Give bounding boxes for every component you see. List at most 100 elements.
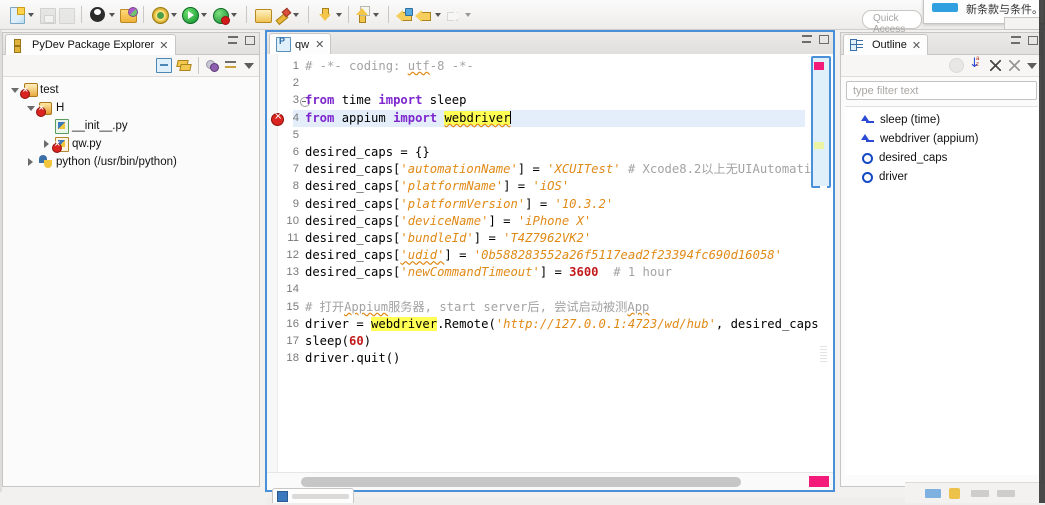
chevron-down-icon[interactable] [465,12,471,17]
maximize-icon[interactable] [1028,36,1038,45]
toolbar-debug-button[interactable] [210,4,240,26]
code-area[interactable]: 1 # -*- coding: utf-8 -*- 2 3 from time impo… [267,54,833,490]
toolbar-previous-annotation-button[interactable] [352,4,382,26]
toolbar-back-button[interactable] [414,4,444,26]
maximize-icon[interactable] [245,36,255,45]
code-line[interactable]: 5 [267,127,833,144]
outline-item[interactable]: driver [845,167,1038,186]
outline-item[interactable]: sleep (time) [845,110,1038,129]
toolbar-next-annotation-button[interactable] [315,4,345,26]
code-line[interactable]: 2 [267,75,833,92]
bottom-view-tab[interactable] [272,488,354,503]
tab-outline[interactable]: Outline ✕ [843,34,929,55]
popup-button[interactable] [1004,17,1040,30]
tree-item-qw-py[interactable]: qw.py [3,135,259,153]
toolbar-save-button[interactable] [37,4,56,26]
code-line[interactable]: 18 driver.quit() [267,350,833,367]
taskbar-item[interactable] [997,490,1015,497]
collapse-all-icon[interactable] [156,58,172,73]
outline-item[interactable]: desired_caps [845,148,1038,167]
outline-filter-input[interactable]: type filter text [846,81,1037,100]
taskbar-item[interactable] [949,488,960,499]
horizontal-scroll-thumb[interactable] [301,477,741,487]
code-line[interactable]: 9 desired_caps['platformVersion'] = '10.3… [267,196,833,213]
quick-access-input[interactable]: Quick Access [862,10,922,35]
code-line[interactable]: 17 sleep(60) [267,333,833,350]
expand-arrow-closed-icon[interactable] [25,157,36,168]
code-line[interactable]: 15 # 打开Appium服务器, start server后, 尝试启动被测Ap… [267,299,833,316]
close-icon[interactable]: ✕ [315,38,324,51]
taskbar-item[interactable] [925,489,941,498]
hide-fields-icon[interactable] [949,58,964,73]
line-number: 13 [286,266,299,279]
close-icon[interactable]: ✕ [912,39,921,52]
chevron-down-icon[interactable] [373,12,379,17]
chevron-down-icon[interactable] [28,12,34,17]
chevron-down-icon[interactable] [231,12,237,17]
outline-item-label: desired_caps [879,151,948,164]
code-token: 'bundleId' [400,230,474,245]
code-line[interactable]: 11 desired_caps['bundleId'] = 'T4Z7962VK2… [267,230,833,247]
view-menu-icon[interactable] [1027,62,1037,69]
expand-arrow-open-icon[interactable] [9,85,20,96]
close-icon[interactable]: ✕ [159,39,168,52]
maximize-icon[interactable] [819,35,829,44]
warning-marker[interactable] [814,142,824,149]
code-token: ) [363,334,372,348]
chevron-down-icon[interactable] [336,12,342,17]
editor-overview-ruler-thumb[interactable] [811,56,831,188]
toolbar-run-button[interactable] [180,4,210,26]
code-line[interactable]: 13 desired_caps['newCommandTimeout'] = 36… [267,264,833,281]
toolbar-external-tools-button[interactable] [150,4,180,26]
tree-item-python-usr-bin-python[interactable]: python (/usr/bin/python) [3,153,259,171]
tree-item-test[interactable]: test [3,81,259,99]
toolbar-save-all-button[interactable] [56,4,75,26]
chevron-down-icon[interactable] [109,12,115,17]
taskbar-item[interactable] [971,490,989,497]
code-line[interactable]: 4 from appium import webdriver [267,109,833,127]
expand-arrow-open-icon[interactable] [25,103,36,114]
code-line[interactable]: 3 from time import sleep [267,92,833,109]
tree-item-init-py[interactable]: __init__.py [3,117,259,135]
toolbar-pydev-package-button[interactable] [272,4,302,26]
collapse-all-icon[interactable] [989,59,1003,72]
code-line[interactable]: 6 desired_caps = {} [267,144,833,161]
code-token: from [305,93,335,108]
code-line[interactable]: 8 desired_caps['platformName'] = 'iOS' [267,178,833,195]
code-line[interactable]: 16 driver = webdriver.Remote('http://127.… [267,316,833,333]
chevron-down-icon[interactable] [293,12,299,17]
toolbar-open-type-button[interactable] [88,4,118,26]
expand-all-icon[interactable] [1008,59,1022,72]
toolbar-last-edit-location-button[interactable] [395,4,414,26]
link-with-editor-icon[interactable] [177,59,191,72]
toolbar-new-wizard-button[interactable] [7,4,37,26]
code-line[interactable]: 10 desired_caps['deviceName'] = 'iPhone X… [267,213,833,230]
toolbar-forward-button[interactable] [444,4,474,26]
code-line[interactable]: 12 desired_caps['udid'] = '0b588283552a26… [267,247,833,264]
error-marker-bottom[interactable] [809,476,829,487]
sort-arrows-icon[interactable] [225,59,239,72]
chevron-down-icon[interactable] [171,12,177,17]
overlay-popup-window[interactable]: 新条款与条件。 [923,0,1045,30]
code-text: desired_caps['udid'] = '0b588283552a26f5… [305,247,782,264]
code-token: Appium [344,299,389,314]
chevron-down-icon[interactable] [435,12,441,17]
tab-pydev-package-explorer[interactable]: PyDev Package Explorer ✕ [5,34,176,55]
code-line[interactable]: 1 # -*- coding: utf-8 -*- [267,58,833,75]
view-menu-icon[interactable] [244,62,254,69]
tree-item-h[interactable]: H [3,99,259,117]
toolbar-open-resource-button[interactable] [118,4,138,26]
sort-alphabetically-icon[interactable] [969,56,984,73]
code-line[interactable]: 7 desired_caps['automationName'] = 'XCUIT… [267,161,833,178]
editor-vertical-scrollbar-track[interactable] [820,186,827,472]
tree-item-label: __init__.py [72,120,128,132]
error-marker[interactable] [814,62,824,70]
chevron-down-icon[interactable] [201,12,207,17]
expand-arrow-closed-icon[interactable] [41,139,52,150]
code-line[interactable]: 14 [267,281,833,298]
tab-qw-py[interactable]: qw ✕ [269,33,332,55]
outline-item[interactable]: webdriver (appium) [845,129,1038,148]
filter-dots-icon[interactable] [206,59,220,72]
toolbar-open-folder-button[interactable] [253,4,272,26]
line-number: 18 [286,352,299,365]
